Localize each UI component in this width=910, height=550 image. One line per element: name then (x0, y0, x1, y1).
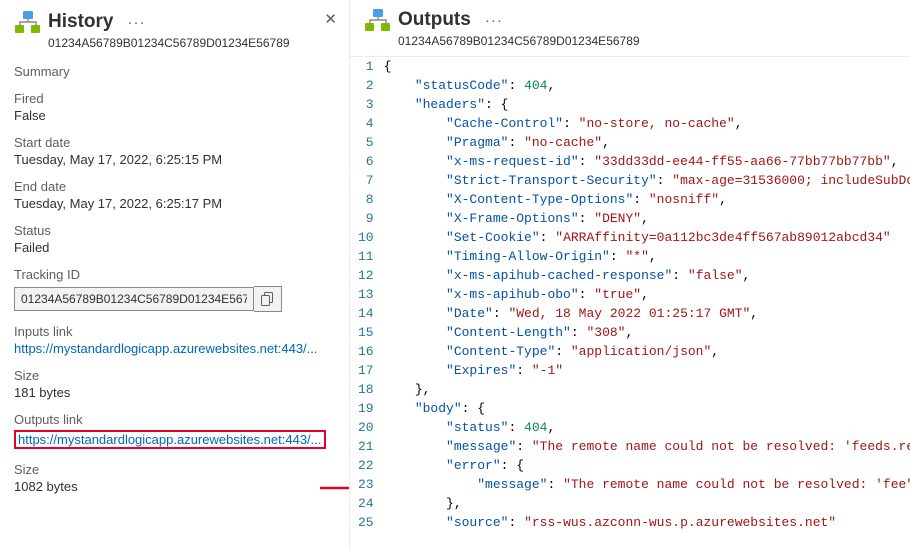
outputs-run-id: 01234A56789B01234C56789D01234E56789 (398, 34, 896, 48)
status-label: Status (14, 223, 335, 238)
fired-value: False (14, 108, 335, 123)
outputs-header: Outputs ··· (364, 8, 896, 32)
start-date-value: Tuesday, May 17, 2022, 6:25:15 PM (14, 152, 335, 167)
history-more-menu[interactable]: ··· (123, 14, 149, 31)
summary-label: Summary (14, 64, 335, 79)
outputs-more-menu[interactable]: ··· (481, 12, 507, 29)
end-date-value: Tuesday, May 17, 2022, 6:25:17 PM (14, 196, 335, 211)
inputs-link[interactable]: https://mystandardlogicapp.azurewebsites… (14, 341, 334, 356)
editor-code[interactable]: { "statusCode": 404, "headers": { "Cache… (384, 57, 910, 550)
copy-icon (261, 292, 274, 306)
inputs-size-label: Size (14, 368, 335, 383)
logicapp-icon (14, 10, 42, 34)
tracking-id-input[interactable] (14, 287, 254, 311)
tracking-id-label: Tracking ID (14, 267, 335, 282)
outputs-size-label: Size (14, 462, 335, 477)
outputs-link[interactable]: https://mystandardlogicapp.azurewebsites… (18, 432, 322, 447)
outputs-pane: Outputs ··· 01234A56789B01234C56789D0123… (350, 0, 910, 550)
history-title: History (48, 11, 113, 33)
editor-gutter: 1234567891011121314151617181920212223242… (350, 57, 384, 550)
inputs-size-value: 181 bytes (14, 385, 335, 400)
start-date-label: Start date (14, 135, 335, 150)
end-date-label: End date (14, 179, 335, 194)
logicapp-icon (364, 8, 392, 32)
outputs-title: Outputs (398, 9, 471, 31)
history-run-id: 01234A56789B01234C56789D01234E56789 (48, 36, 335, 50)
tracking-id-row (14, 286, 335, 312)
inputs-link-label: Inputs link (14, 324, 335, 339)
fired-label: Fired (14, 91, 335, 106)
outputs-size-value: 1082 bytes (14, 479, 335, 494)
outputs-link-label: Outputs link (14, 412, 335, 427)
status-value: Failed (14, 240, 335, 255)
history-pane: History ··· ✕ 01234A56789B01234C56789D01… (0, 0, 350, 550)
json-editor[interactable]: 1234567891011121314151617181920212223242… (350, 56, 910, 550)
close-icon[interactable]: ✕ (324, 10, 337, 28)
outputs-link-highlight: https://mystandardlogicapp.azurewebsites… (14, 430, 326, 449)
history-header: History ··· ✕ (14, 10, 335, 34)
copy-button[interactable] (254, 286, 282, 312)
